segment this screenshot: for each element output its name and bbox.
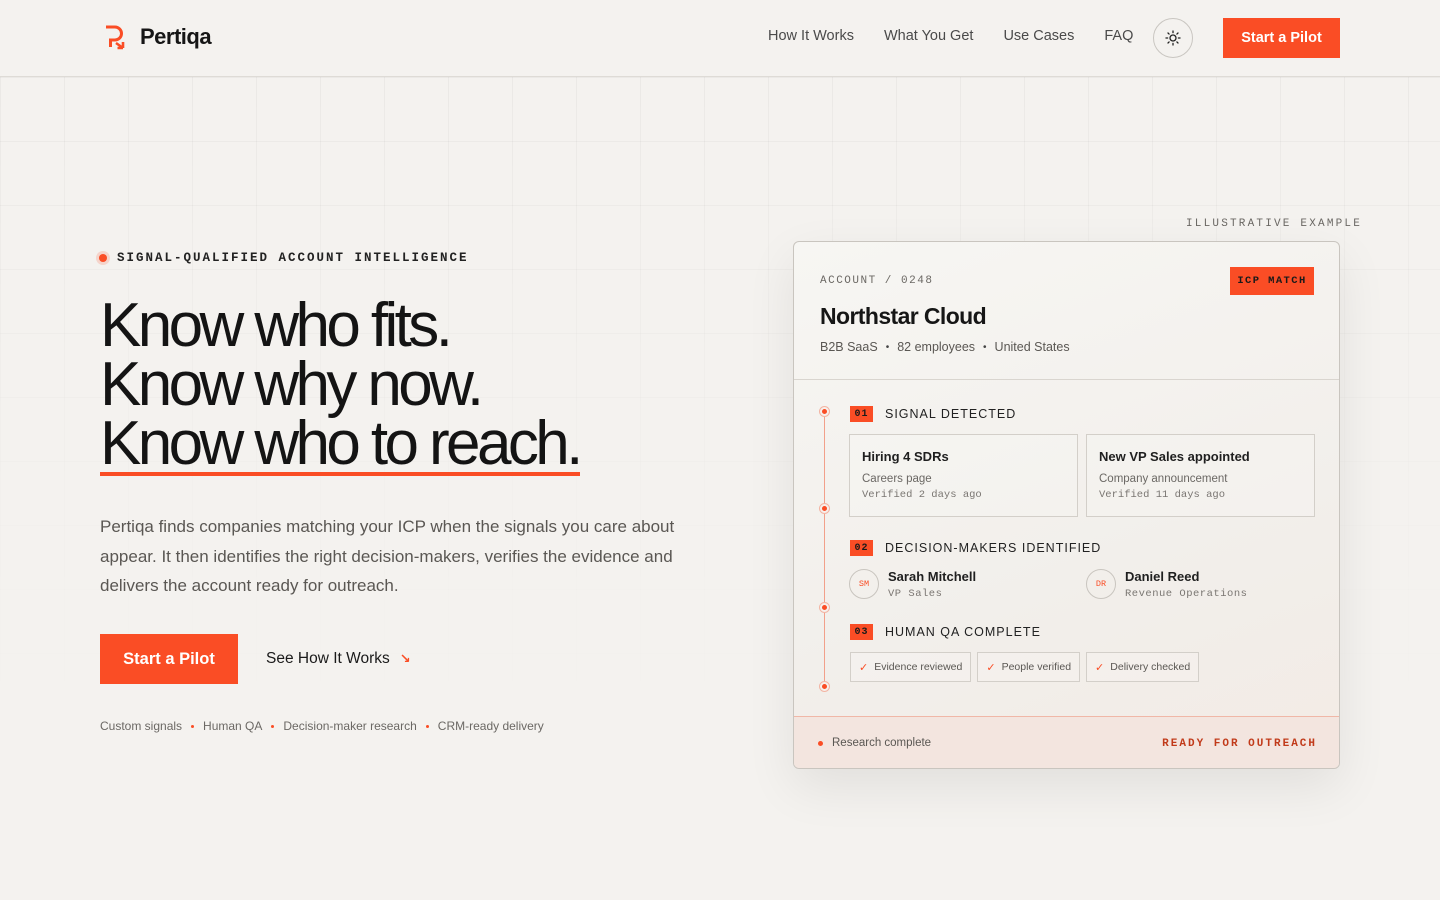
step-number: 02 [850, 540, 873, 556]
hero-start-pilot-button[interactable]: Start a Pilot [100, 634, 238, 684]
account-size: 82 employees [897, 340, 976, 354]
brand-name: Pertiqa [140, 24, 212, 49]
eyebrow-dot-icon [99, 254, 107, 262]
qa-checks: ✓ Evidence reviewed ✓ People verified ✓ … [850, 652, 1200, 682]
step-title: SIGNAL DETECTED [885, 407, 1017, 421]
nav-faq[interactable]: FAQ [1104, 28, 1133, 44]
card-divider [794, 379, 1339, 380]
qa-check-chip: ✓ People verified [977, 652, 1081, 682]
research-status-text: Research complete [832, 737, 932, 749]
headline-line-2: Know why now. [100, 350, 484, 419]
research-status: Research complete [818, 737, 931, 749]
header-start-pilot-button[interactable]: Start a Pilot [1223, 18, 1340, 58]
step-title: HUMAN QA COMPLETE [885, 625, 1041, 639]
sun-icon [1165, 30, 1181, 46]
step-title: DECISION-MAKERS IDENTIFIED [885, 541, 1102, 555]
timeline-dot [820, 603, 829, 612]
check-icon: ✓ [986, 661, 996, 674]
hero-eyebrow: SIGNAL-QUALIFIED ACCOUNT INTELLIGENCE [99, 251, 469, 265]
signal-card: Hiring 4 SDRs Careers page Verified 2 da… [849, 434, 1078, 517]
qa-check-label: Evidence reviewed [874, 661, 963, 673]
feature-item: Human QA [203, 719, 263, 733]
account-id-label: ACCOUNT / 0248 [820, 275, 934, 287]
step-human-qa: 03 HUMAN QA COMPLETE [850, 624, 1041, 640]
eyebrow-text: SIGNAL-QUALIFIED ACCOUNT INTELLIGENCE [117, 251, 469, 265]
account-card: ACCOUNT / 0248 ICP MATCH Northstar Cloud… [793, 241, 1340, 769]
feature-item: Custom signals [100, 719, 183, 733]
account-meta: B2B SaaS • 82 employees • United States [820, 340, 1070, 354]
see-how-it-works-label: See How It Works [266, 650, 390, 667]
signal-card: New VP Sales appointed Company announcem… [1086, 434, 1315, 517]
qa-check-label: People verified [1001, 661, 1072, 673]
main-nav: How It Works What You Get Use Cases FAQ [768, 28, 1133, 44]
avatar: DR [1086, 569, 1116, 599]
timeline-dot [820, 504, 829, 513]
theme-toggle-button[interactable] [1153, 18, 1193, 58]
check-icon: ✓ [1095, 661, 1105, 674]
person-name: Sarah Mitchell [888, 569, 977, 584]
logo[interactable]: Pertiqa [102, 24, 212, 50]
illustrative-label: ILLUSTRATIVE EXAMPLE [1186, 218, 1363, 230]
step-decision-makers: 02 DECISION-MAKERS IDENTIFIED [850, 540, 1101, 556]
nav-how-it-works[interactable]: How It Works [768, 28, 854, 44]
status-dot-icon [818, 740, 823, 746]
hero-lead: Pertiqa finds companies matching your IC… [100, 517, 675, 595]
person-name: Daniel Reed [1125, 569, 1200, 584]
account-country: United States [994, 340, 1070, 354]
nav-what-you-get[interactable]: What You Get [884, 28, 973, 44]
feature-list: Custom signals Human QA Decision-maker r… [100, 719, 544, 733]
step-number: 01 [850, 406, 873, 422]
ready-for-outreach-label: READY FOR OUTREACH [1162, 738, 1317, 750]
site-header: Pertiqa How It Works What You Get Use Ca… [0, 0, 1440, 77]
timeline-line [824, 412, 825, 688]
account-industry: B2B SaaS [820, 340, 878, 354]
signal-title: New VP Sales appointed [1099, 449, 1250, 464]
signal-verified: Verified 2 days ago [862, 489, 982, 501]
icp-match-badge: ICP MATCH [1230, 267, 1314, 295]
qa-check-label: Delivery checked [1110, 661, 1191, 673]
nav-use-cases[interactable]: Use Cases [1003, 28, 1074, 44]
account-name: Northstar Cloud [820, 303, 987, 329]
headline-line-3: Know who to reach. [100, 409, 583, 478]
signal-source: Careers page [862, 473, 932, 485]
bullet-separator [191, 724, 195, 728]
hero-headline: Know who fits. Know why now. Know who to… [100, 291, 583, 478]
bullet-separator [271, 724, 275, 728]
logo-mark-icon [106, 25, 125, 50]
arrow-down-right-icon: ↘ [399, 651, 411, 666]
card-footer: Research complete READY FOR OUTREACH [794, 716, 1339, 768]
person-role: VP Sales [888, 588, 943, 600]
check-icon: ✓ [859, 661, 869, 674]
step-signal-detected: 01 SIGNAL DETECTED [850, 406, 1016, 422]
person-role: Revenue Operations [1125, 588, 1248, 600]
timeline-dot [820, 407, 829, 416]
qa-check-chip: ✓ Evidence reviewed [850, 652, 972, 682]
feature-item: CRM-ready delivery [437, 719, 544, 733]
person-daniel-reed: DR Daniel Reed Revenue Operations [1086, 569, 1247, 600]
bullet-separator [425, 724, 429, 728]
headline-line-1: Know who fits. [100, 291, 453, 360]
signal-verified: Verified 11 days ago [1099, 489, 1226, 501]
signal-title: Hiring 4 SDRs [862, 449, 949, 464]
signal-source: Company announcement [1099, 473, 1228, 485]
meta-separator: • [885, 341, 890, 353]
feature-item: Decision-maker research [283, 719, 417, 733]
meta-separator: • [983, 341, 987, 353]
see-how-it-works-link[interactable]: See How It Works ↘ [266, 650, 411, 668]
step-number: 03 [850, 624, 873, 640]
avatar: SM [849, 569, 879, 599]
qa-check-chip: ✓ Delivery checked [1086, 652, 1200, 682]
timeline-dot [820, 682, 829, 691]
person-sarah-mitchell: SM Sarah Mitchell VP Sales [849, 569, 976, 600]
